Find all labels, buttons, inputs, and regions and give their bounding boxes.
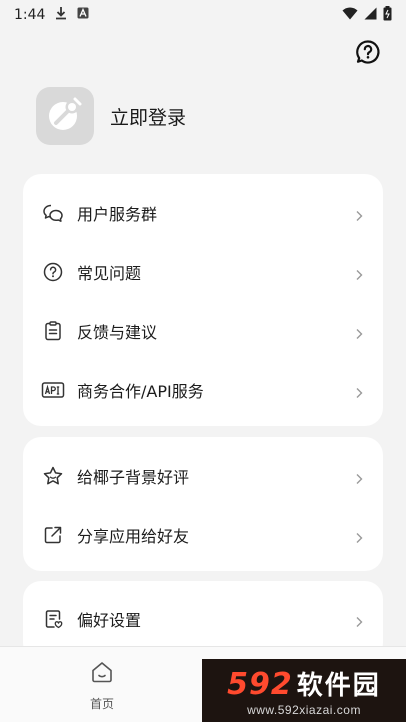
menu-item-label: 给椰子背景好评 [77,467,190,487]
clipboard-icon [41,319,65,343]
chevron-right-icon [353,266,365,280]
api-icon [41,378,65,402]
menu-item-preferences[interactable]: 偏好设置 [23,589,383,648]
watermark-text: 软件园 [296,670,381,701]
help-button[interactable] [352,38,384,70]
app-logo-icon [45,94,85,138]
menu-item-rate-app[interactable]: 给椰子背景好评 [23,446,383,505]
nav-tab-label: 首页 [89,697,114,711]
login-entry[interactable]: 立即登录 [36,86,186,146]
question-circle-icon [41,260,65,284]
login-label: 立即登录 [110,106,187,129]
menu-item-label: 用户服务群 [77,204,158,224]
menu-item-label: 偏好设置 [77,610,142,630]
chevron-right-icon [353,207,365,221]
share-external-icon [41,523,65,547]
chevron-right-icon [353,325,365,339]
menu-item-user-group[interactable]: 用户服务群 [23,183,383,242]
menu-item-label: 分享应用给好友 [77,526,190,546]
menu-item-feedback[interactable]: 反馈与建议 [23,301,383,360]
chevron-right-icon [353,613,365,627]
watermark-url: www.592xiazai.com [247,702,361,717]
avatar [36,87,94,145]
chevron-right-icon [353,384,365,398]
preferences-doc-icon [41,607,65,631]
menu-item-label: 反馈与建议 [77,322,158,342]
share-menu-card: 给椰子背景好评 分享应用给好友 [23,437,383,571]
chevron-right-icon [353,529,365,543]
home-icon [89,659,115,689]
menu-item-label: 商务合作/API服务 [77,381,204,401]
menu-item-business-api[interactable]: 商务合作/API服务 [23,360,383,419]
status-time: 1:44 [14,7,46,23]
menu-item-share-app[interactable]: 分享应用给好友 [23,505,383,564]
signal-icon [364,7,377,24]
chat-bubbles-icon [41,201,65,225]
download-icon [55,6,67,24]
wifi-icon [342,7,358,24]
nav-tab-home[interactable]: 首页 [82,659,122,712]
status-bar: 1:44 [0,0,406,30]
watermark-number: 592 [227,666,293,702]
site-watermark: 592 软件园 www.592xiazai.com [202,659,406,722]
battery-icon [383,5,392,25]
menu-item-label: 常见问题 [77,263,142,283]
menu-item-faq[interactable]: 常见问题 [23,242,383,301]
app-notification-icon [77,7,89,23]
service-menu-card: 用户服务群 常见问题 反馈与建议 商务合作/API服务 [23,174,383,426]
question-circle-icon [355,39,381,69]
chevron-right-icon [353,470,365,484]
star-icon [41,464,65,488]
